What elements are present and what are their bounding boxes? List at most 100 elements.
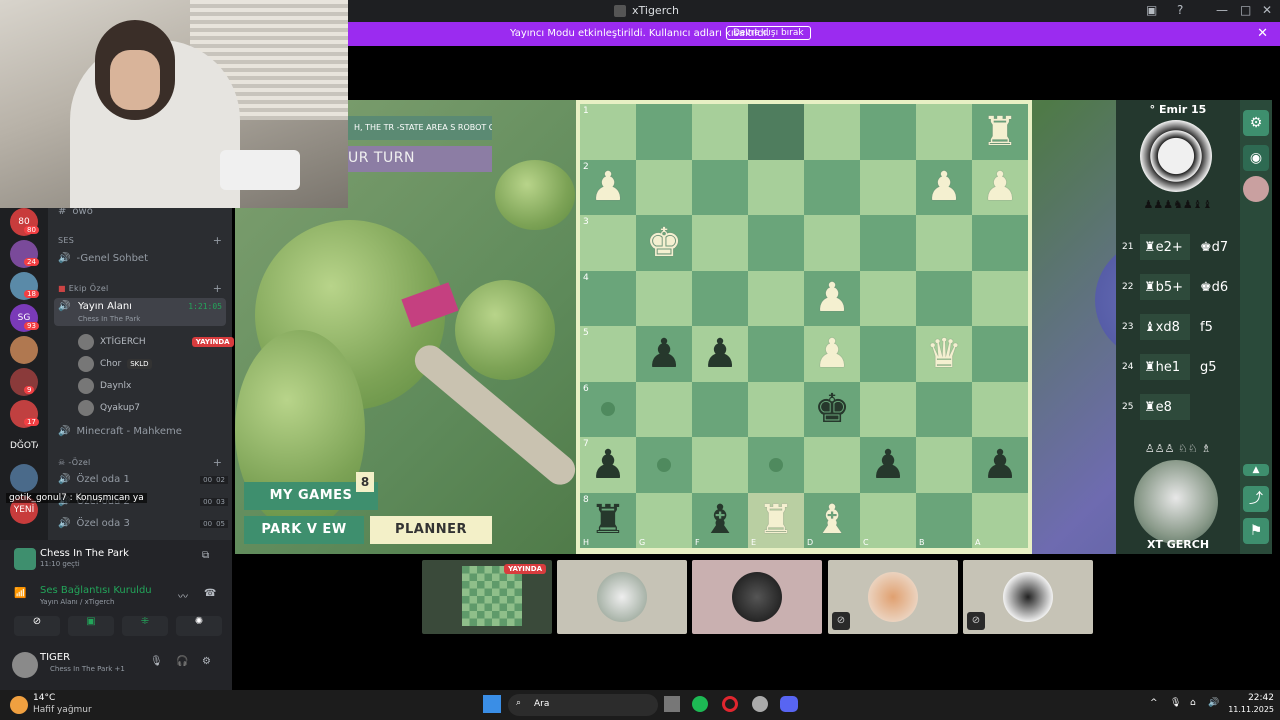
add-channel-icon[interactable]: + xyxy=(213,234,222,247)
board-square[interactable]: 7 ♟ xyxy=(580,437,636,493)
camera-off-button[interactable]: ⊘ xyxy=(14,616,60,636)
black-rook-piece[interactable]: ♜ xyxy=(590,500,626,540)
flag-icon[interactable]: ⚑ xyxy=(1243,518,1269,544)
voice-user[interactable]: Chor SKLD xyxy=(78,356,152,372)
activities-button[interactable]: ⁜ xyxy=(122,616,168,636)
board-square[interactable] xyxy=(860,215,916,271)
start-icon[interactable] xyxy=(483,695,501,713)
black-king-piece[interactable]: ♚ xyxy=(814,389,850,429)
move-row[interactable]: 24 ♜he1 g5 xyxy=(1122,352,1234,382)
chevron-up-icon[interactable]: ^ xyxy=(1150,698,1158,708)
board-square[interactable] xyxy=(636,437,692,493)
board-square[interactable] xyxy=(860,159,916,215)
board-square[interactable]: 4 xyxy=(580,270,636,326)
minimize-icon[interactable]: — xyxy=(1216,3,1228,17)
board-square[interactable] xyxy=(636,270,692,326)
category-ekip-ozel[interactable]: ■ Ekip Özel xyxy=(58,284,109,293)
board-square[interactable] xyxy=(748,437,804,493)
board-square[interactable] xyxy=(692,159,748,215)
board-square[interactable] xyxy=(748,159,804,215)
board-square[interactable] xyxy=(748,215,804,271)
board-square[interactable] xyxy=(916,270,972,326)
spotify-icon[interactable] xyxy=(692,696,708,712)
participant-tile[interactable] xyxy=(557,560,687,634)
board-square[interactable]: E ♜ xyxy=(748,492,804,548)
move-row[interactable]: 23 ♝xd8 f5 xyxy=(1122,312,1234,342)
close-banner-icon[interactable]: ✕ xyxy=(1257,26,1268,41)
board-square[interactable] xyxy=(972,215,1028,271)
board-square[interactable]: 1 xyxy=(580,104,636,160)
black-pawn-piece[interactable]: ♟ xyxy=(982,445,1018,485)
black-pawn-piece[interactable]: ♟ xyxy=(870,445,906,485)
private-room[interactable]: 🔊 Özel oda 1 00 02 xyxy=(58,474,228,485)
board-square[interactable] xyxy=(692,215,748,271)
server-icon[interactable]: DĞOTAŞ. xyxy=(10,432,38,460)
network-icon[interactable]: ⌂ xyxy=(1190,698,1196,708)
board-square[interactable] xyxy=(916,215,972,271)
disconnect-icon[interactable]: ☎ xyxy=(204,588,216,599)
board-square[interactable]: F ♝ xyxy=(692,492,748,548)
board-square[interactable] xyxy=(692,437,748,493)
private-room[interactable]: 🔊 Özel oda 3 00 05 xyxy=(58,518,228,529)
board-square[interactable] xyxy=(748,270,804,326)
board-square[interactable] xyxy=(860,104,916,160)
task-view-icon[interactable] xyxy=(664,696,680,712)
white-rook-piece[interactable]: ♜ xyxy=(758,500,794,540)
server-icon[interactable] xyxy=(10,336,38,364)
board-square[interactable]: ♜ xyxy=(972,104,1028,160)
board-square[interactable] xyxy=(748,326,804,382)
share-icon[interactable]: ⤴ xyxy=(1243,486,1269,512)
board-square[interactable] xyxy=(860,326,916,382)
white-pawn-piece[interactable]: ♟ xyxy=(982,167,1018,207)
board-square[interactable]: 3 xyxy=(580,215,636,271)
headphones-icon[interactable]: 🎧 xyxy=(176,656,188,667)
opera-icon[interactable] xyxy=(722,696,738,712)
add-channel-icon[interactable]: + xyxy=(213,456,222,469)
board-square[interactable] xyxy=(804,437,860,493)
participant-tile[interactable]: ⊘ xyxy=(828,560,958,634)
chevron-up-icon[interactable]: ▲ xyxy=(1243,464,1269,476)
white-bishop-piece[interactable]: ♝ xyxy=(814,500,850,540)
stream-thumbnail[interactable]: YAYINDA xyxy=(422,560,552,634)
move-row[interactable]: 21 ♜e2+ ♚d7 xyxy=(1122,232,1234,262)
eye-icon[interactable]: ◉ xyxy=(1243,145,1269,171)
board-square[interactable]: ♟ xyxy=(636,326,692,382)
screen-share-button[interactable]: ▣ xyxy=(68,616,114,636)
black-pawn-piece[interactable]: ♟ xyxy=(702,334,738,374)
board-square[interactable] xyxy=(860,270,916,326)
board-square[interactable]: A xyxy=(972,492,1028,548)
board-square[interactable]: G xyxy=(636,492,692,548)
board-square[interactable] xyxy=(972,270,1028,326)
microphone-icon[interactable]: 🎙 xyxy=(1170,698,1181,708)
white-queen-piece[interactable]: ♛ xyxy=(926,334,962,374)
board-square[interactable] xyxy=(692,381,748,437)
move-hint-dot[interactable] xyxy=(769,457,783,472)
weather-temp[interactable]: 14°C xyxy=(33,693,55,703)
voice-user[interactable]: XTİGERCH YAYINDA xyxy=(78,334,234,350)
server-icon[interactable] xyxy=(10,464,38,492)
participant-tile[interactable] xyxy=(692,560,822,634)
activity-action-icon[interactable]: ⧉ xyxy=(202,550,209,561)
app-icon[interactable] xyxy=(752,696,768,712)
board-square[interactable] xyxy=(804,215,860,271)
maximize-icon[interactable]: □ xyxy=(1240,3,1251,17)
board-square[interactable]: C xyxy=(860,492,916,548)
board-square[interactable] xyxy=(804,104,860,160)
soundboard-button[interactable]: ✺ xyxy=(176,616,222,636)
white-pawn-piece[interactable]: ♟ xyxy=(814,334,850,374)
board-square[interactable]: ♟ xyxy=(972,159,1028,215)
board-grid[interactable]: 1 ♜ 2 ♟ ♟ ♟ 3 ♚ 4 ♟ 5 ♟ ♟ ♟ ♛ 6 ♚ 7 ♟ ♟ ♟ 8 H ♜ G F ♝ E ♜ D ♝ C B A xyxy=(580,104,1028,548)
board-square[interactable] xyxy=(636,159,692,215)
white-rook-piece[interactable]: ♜ xyxy=(982,112,1018,152)
voice-user[interactable]: Daynlx xyxy=(78,378,131,394)
move-row[interactable]: 25 ♜e8 xyxy=(1122,392,1234,422)
board-square[interactable] xyxy=(748,104,804,160)
profile-icon[interactable] xyxy=(1243,176,1269,202)
search-box[interactable]: ⌕ Ara xyxy=(508,694,658,716)
board-square[interactable] xyxy=(804,159,860,215)
board-square[interactable]: 8 H ♜ xyxy=(580,492,636,548)
board-square[interactable] xyxy=(748,381,804,437)
board-square[interactable]: 5 xyxy=(580,326,636,382)
board-square[interactable] xyxy=(692,104,748,160)
board-square[interactable] xyxy=(916,381,972,437)
